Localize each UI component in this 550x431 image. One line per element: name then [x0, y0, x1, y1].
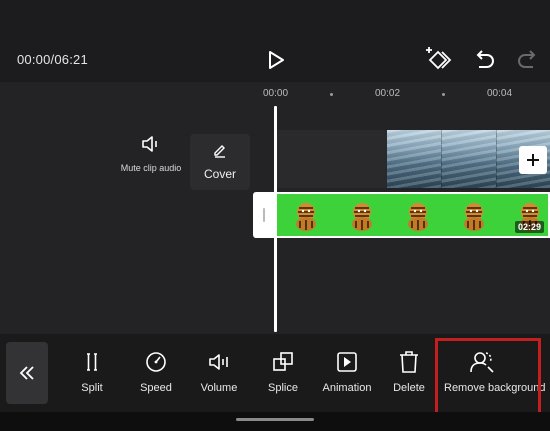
speed-icon — [146, 352, 166, 372]
delete-label: Delete — [393, 382, 425, 394]
home-gesture-bar[interactable] — [236, 418, 314, 421]
cover-button[interactable]: Cover — [190, 134, 250, 190]
speed-label: Speed — [140, 382, 172, 394]
collapse-toolbar-button[interactable] — [6, 342, 48, 404]
splice-button[interactable]: Splice — [262, 350, 304, 395]
speed-button[interactable]: Speed — [134, 350, 178, 395]
undo-icon — [476, 50, 494, 68]
add-clip-button[interactable] — [519, 146, 547, 174]
tiger-thumbnail — [408, 203, 428, 231]
cover-label: Cover — [203, 167, 236, 181]
undo-button[interactable] — [470, 46, 498, 74]
overlay-clip-track[interactable] — [276, 130, 550, 188]
ruler-tick: 00:04 — [487, 88, 513, 99]
playback-time: 00:00/06:21 — [17, 52, 88, 67]
playhead[interactable] — [274, 106, 277, 332]
clip-duration: 02:29 — [514, 221, 544, 233]
pencil-icon — [214, 145, 225, 158]
tiger-thumbnail — [352, 203, 372, 231]
ruler-tick: 00:02 — [375, 88, 401, 99]
tiger-thumbnail — [296, 203, 316, 231]
speaker-icon — [142, 136, 157, 152]
splice-label: Splice — [268, 382, 298, 394]
play-icon — [269, 51, 284, 69]
keyframe-button[interactable] — [422, 44, 452, 74]
play-button[interactable] — [262, 46, 290, 74]
mute-clip-audio-label: Mute clip audio — [120, 163, 182, 173]
redo-button[interactable] — [514, 46, 542, 74]
tiger-thumbnail — [464, 203, 484, 231]
redo-icon — [518, 50, 536, 68]
volume-button[interactable]: Volume — [196, 350, 242, 395]
animation-icon — [337, 352, 357, 372]
keyframe-add-icon — [426, 47, 452, 70]
volume-label: Volume — [200, 382, 238, 394]
system-navigation-bar — [0, 412, 550, 431]
ruler-tick: 00:00 — [263, 88, 289, 99]
plus-icon — [527, 154, 539, 166]
ruler-dot — [442, 93, 445, 96]
split-icon — [87, 353, 97, 371]
highlight-box — [435, 338, 541, 418]
volume-icon — [209, 354, 228, 370]
main-video-clip[interactable]: 02:29 — [253, 192, 550, 238]
splice-icon — [273, 352, 293, 371]
split-button[interactable]: Split — [72, 350, 112, 395]
split-label: Split — [81, 382, 103, 394]
mute-clip-audio-button[interactable]: Mute clip audio — [118, 134, 184, 194]
preview-controls-bar: 00:00/06:21 — [0, 0, 550, 82]
ruler-dot — [330, 93, 333, 96]
time-ruler: 00:00 00:02 00:04 — [0, 82, 550, 106]
double-chevron-left-icon — [19, 366, 34, 380]
animation-button[interactable]: Animation — [318, 350, 376, 395]
animation-label: Animation — [322, 382, 372, 394]
delete-button[interactable]: Delete — [389, 350, 429, 395]
clip-trim-handle[interactable] — [253, 192, 275, 238]
trash-icon — [400, 351, 418, 373]
green-screen-clip[interactable]: 02:29 — [275, 192, 550, 238]
